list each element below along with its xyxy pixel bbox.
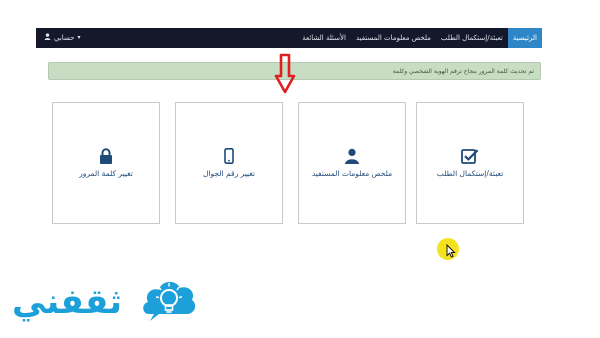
logo-text: ثقفني	[12, 282, 122, 322]
card-fill-request[interactable]: تعبئة/إستكمال الطلب	[416, 102, 524, 224]
card-beneficiary-summary[interactable]: ملخص معلومات المستفيد	[298, 102, 406, 224]
card-change-mobile[interactable]: تغيير رقم الجوال	[175, 102, 283, 224]
lock-icon	[53, 147, 159, 165]
user-icon	[44, 28, 51, 48]
nav-item-home[interactable]: الرئيسية	[507, 28, 542, 48]
card-label: تعبئة/إستكمال الطلب	[436, 169, 504, 178]
red-arrow-annotation	[274, 53, 296, 94]
card-label: تغيير رقم الجوال	[203, 169, 255, 178]
card-change-password[interactable]: تغيير كلمة المرور	[52, 102, 160, 224]
lightbulb-icon	[143, 281, 196, 321]
caret-down-icon: ▾	[77, 34, 81, 41]
nav-item-fill-request[interactable]: تعبئة/إستكمال الطلب	[436, 28, 508, 48]
account-menu[interactable]: ▾ حسابي	[44, 28, 81, 48]
user-icon	[299, 147, 405, 165]
card-label: ملخص معلومات المستفيد	[311, 169, 393, 178]
mouse-cursor-icon	[446, 244, 456, 258]
card-label: تغيير كلمة المرور	[79, 169, 133, 178]
browser-screen: الرئيسية تعبئة/إستكمال الطلب ملخص معلوما…	[36, 28, 542, 310]
nav-item-beneficiary-summary[interactable]: ملخص معلومات المستفيد	[351, 28, 436, 48]
site-logo: ثقفني	[4, 276, 224, 336]
service-cards: تغيير كلمة المرور تغيير رقم الجوال ملخص …	[52, 102, 538, 226]
mobile-icon	[176, 147, 282, 165]
nav-menu: الرئيسية تعبئة/إستكمال الطلب ملخص معلوما…	[297, 28, 542, 48]
alert-text: تم تحديث كلمة المرور بنجاح ترقم الهوية ا…	[392, 68, 534, 75]
top-navbar: الرئيسية تعبئة/إستكمال الطلب ملخص معلوما…	[36, 28, 542, 48]
nav-item-faq[interactable]: الأسئلة الشائعة	[297, 28, 351, 48]
account-label: حسابي	[54, 34, 75, 42]
checkbox-icon	[417, 147, 523, 165]
